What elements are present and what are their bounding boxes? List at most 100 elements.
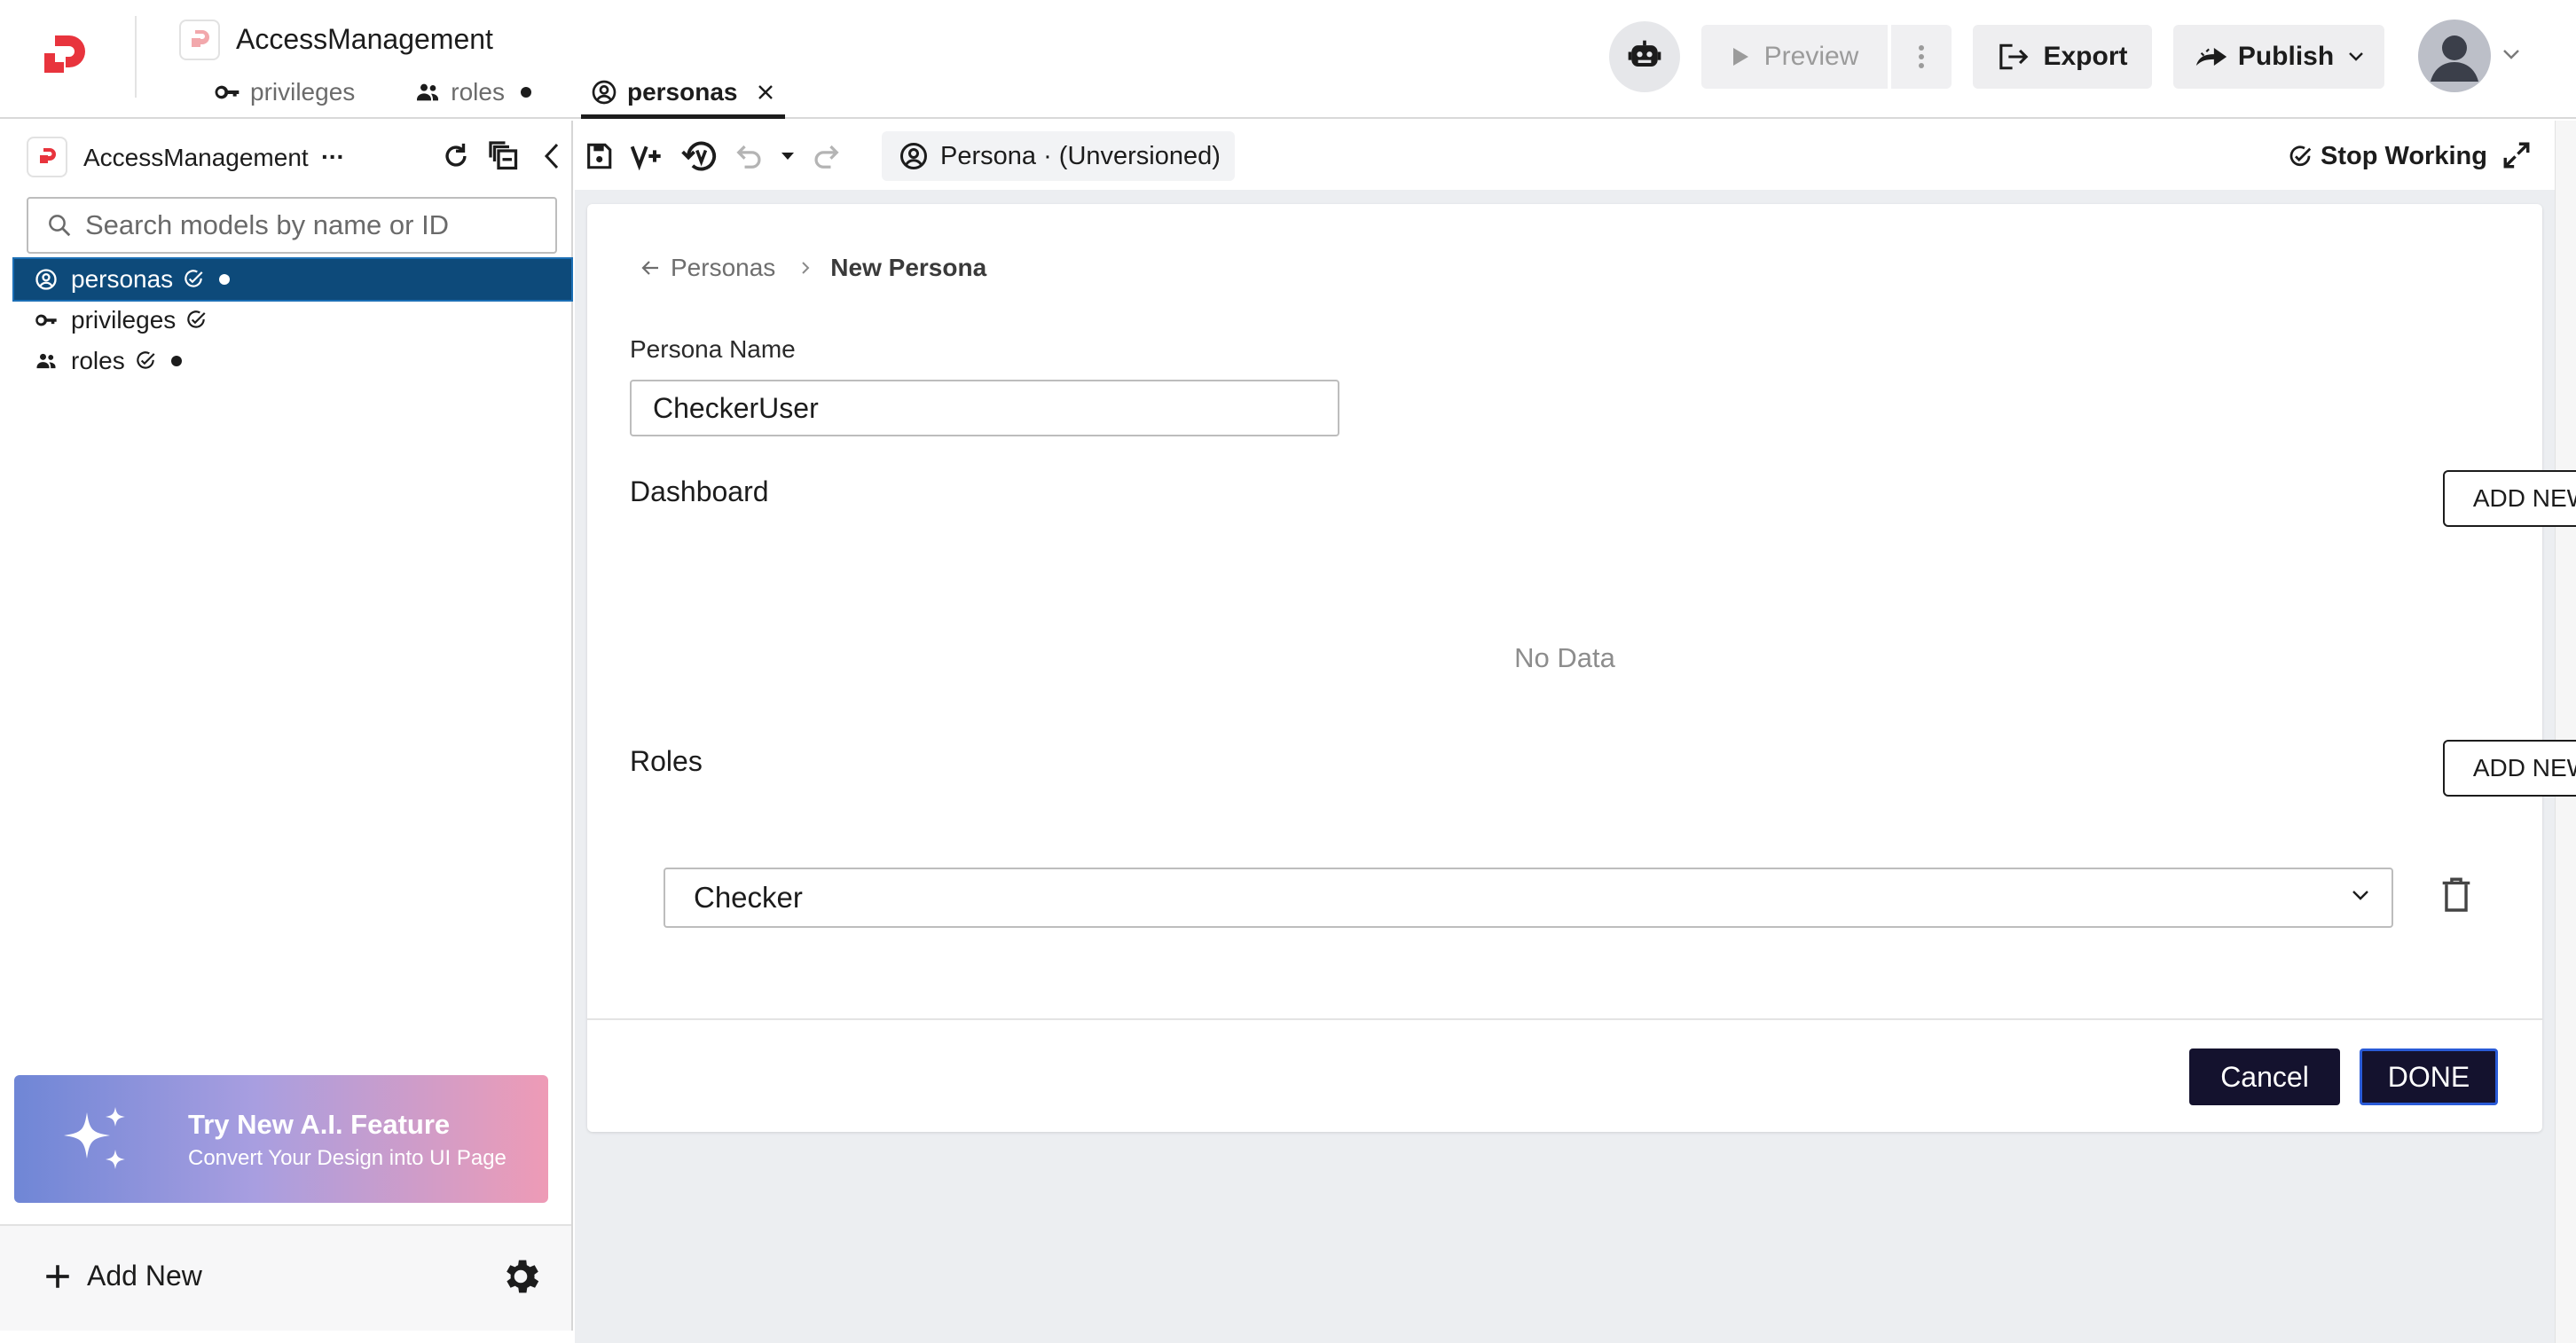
fullscreen-icon[interactable] (2501, 140, 2532, 170)
project-more-button[interactable]: ... (321, 137, 344, 165)
dashboard-section-title: Dashboard (630, 475, 769, 507)
panel-footer: Add New (0, 1224, 571, 1331)
undo-history-dropdown[interactable] (781, 152, 795, 161)
export-button[interactable]: Export (1973, 25, 2152, 89)
project-title: AccessManagement (83, 144, 309, 171)
group-icon (417, 83, 439, 101)
collapse-all-button[interactable] (486, 138, 522, 174)
chevron-down-icon (2349, 52, 2364, 61)
chevron-left-icon (544, 143, 559, 169)
arrow-left-icon[interactable] (640, 259, 660, 277)
toolbar-icons (584, 138, 857, 174)
tree-item-privileges[interactable]: privileges (14, 300, 571, 341)
persona-name-input[interactable] (630, 380, 1339, 436)
check-circle-icon (187, 310, 206, 328)
add-role-button[interactable]: ADD NEW (2443, 740, 2576, 797)
tree-item-label: privileges (71, 306, 177, 334)
tree-item-roles[interactable]: roles (14, 341, 571, 381)
preview-button[interactable]: Preview (1701, 25, 1888, 89)
form-footer-divider (587, 1018, 2542, 1020)
undo-icon (736, 145, 761, 169)
done-button[interactable]: DONE (2360, 1048, 2498, 1105)
model-tree: personas privileges roles (12, 257, 573, 381)
robot-icon (1628, 40, 1661, 67)
stop-working-button[interactable]: Stop Working (2287, 142, 2487, 171)
user-avatar-icon (2431, 35, 2478, 82)
account-circle-icon (592, 80, 617, 105)
preview-label: Preview (1763, 42, 1859, 71)
save-button[interactable] (584, 141, 614, 171)
cancel-button[interactable]: Cancel (2189, 1048, 2340, 1105)
close-icon[interactable] (755, 82, 776, 103)
version-chip-label: Persona · (Unversioned) (940, 141, 1221, 170)
add-new-button[interactable]: Add New (43, 1260, 202, 1292)
preview-more-button[interactable] (1891, 25, 1952, 89)
add-new-label: Add New (87, 1260, 202, 1292)
redo-icon (814, 145, 839, 169)
assistant-button[interactable] (1609, 21, 1680, 92)
tab-label: roles (451, 78, 505, 106)
tree-item-personas[interactable]: personas (12, 257, 573, 302)
file-tabs: privileges roles personas (204, 66, 826, 119)
history-icon (681, 141, 717, 171)
caret-down-icon (781, 153, 794, 160)
version-history-button[interactable] (681, 138, 719, 174)
persona-name-label: Persona Name (630, 335, 796, 363)
top-bar: AccessManagement privileges roles person… (0, 0, 2576, 119)
project-icon (27, 137, 67, 177)
chevron-right-icon (802, 262, 810, 274)
sparkles-icon (64, 1107, 125, 1169)
editor-toolbar: Persona · (Unversioned) Stop Working (575, 121, 2555, 190)
chevron-down-icon[interactable] (2501, 48, 2521, 60)
ai-banner-subtitle: Convert Your Design into UI Page (188, 1146, 507, 1170)
group-icon (36, 353, 56, 369)
page-scrollbar[interactable] (2555, 121, 2576, 1343)
more-vertical-icon (1919, 45, 1924, 68)
model-explorer-panel: AccessManagement ... personas privileges (0, 121, 573, 1331)
publish-arrows-icon (2195, 48, 2227, 66)
key-icon (35, 314, 57, 326)
search-input[interactable] (85, 209, 546, 241)
breadcrumb-parent-link[interactable]: Personas (671, 254, 775, 282)
panel-tools (438, 138, 582, 174)
tree-item-label: roles (71, 347, 125, 374)
brand-logo-icon[interactable] (43, 32, 89, 82)
save-icon (587, 143, 612, 169)
tab-personas[interactable]: personas (580, 66, 786, 119)
search-models-box[interactable] (27, 197, 557, 254)
roles-section-title: Roles (630, 745, 703, 777)
account-circle-icon (35, 269, 57, 290)
delete-role-icon[interactable] (2441, 876, 2471, 914)
undo-button[interactable] (734, 143, 765, 169)
add-dashboard-button[interactable]: ADD NEW (2443, 470, 2576, 527)
model-version-chip[interactable]: Persona · (Unversioned) (882, 131, 1235, 181)
publish-button[interactable]: Publish (2173, 25, 2384, 89)
account-circle-icon (900, 143, 927, 169)
ai-feature-banner[interactable]: Try New A.I. Feature Convert Your Design… (14, 1075, 548, 1203)
tab-privileges[interactable]: privileges (204, 66, 364, 119)
persona-form-card: Personas New Persona Persona Name Dashbo… (587, 204, 2576, 1132)
chevron-down-icon (2352, 891, 2368, 900)
refresh-button[interactable] (438, 138, 474, 174)
role-select-value: Checker (694, 881, 803, 914)
redo-button[interactable] (811, 143, 841, 169)
unsaved-dot (170, 356, 182, 366)
app-title: AccessManagement (236, 23, 493, 55)
avatar[interactable] (2418, 20, 2491, 92)
gear-icon[interactable] (499, 1254, 543, 1299)
tree-item-label: personas (71, 265, 174, 293)
check-circle-icon (137, 351, 155, 369)
check-circle-icon (2289, 145, 2312, 166)
breadcrumb: Personas New Persona (640, 254, 986, 282)
collapse-panel-button[interactable] (534, 138, 569, 174)
dashboard-empty-text: No Data (1514, 642, 1615, 673)
tab-roles[interactable]: roles (404, 66, 540, 119)
check-circle-icon (185, 270, 203, 287)
export-label: Export (2043, 42, 2128, 71)
role-select[interactable]: Checker (664, 868, 2393, 928)
breadcrumb-current: New Persona (830, 254, 987, 281)
tab-label: personas (626, 78, 738, 106)
ai-banner-title: Try New A.I. Feature (188, 1109, 451, 1140)
new-version-button[interactable] (630, 142, 665, 170)
play-icon (1732, 48, 1748, 66)
